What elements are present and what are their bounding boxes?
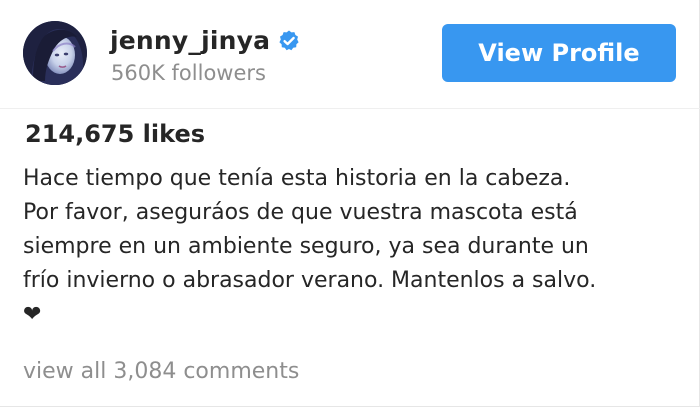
post-caption: Hace tiempo que tenía esta historia en l… [23, 162, 683, 332]
instagram-post-card: jenny_jinya 560K followers View Profile … [0, 0, 700, 407]
like-count[interactable]: 214,675 likes [25, 118, 205, 150]
caption-line: Por favor, aseguráos de que vuestra masc… [23, 200, 578, 225]
follower-count: 560K followers [111, 61, 266, 85]
caption-line: Hace tiempo que tenía esta historia en l… [23, 166, 571, 191]
verified-badge-icon [277, 29, 301, 53]
caption-line: siempre en un ambiente seguro, ya sea du… [23, 234, 589, 259]
heart-emoji: ❤ [23, 302, 42, 327]
header-divider [0, 108, 700, 109]
username[interactable]: jenny_jinya [110, 24, 270, 58]
username-row: jenny_jinya [110, 24, 301, 58]
view-profile-button[interactable]: View Profile [442, 24, 676, 82]
avatar-illustration-icon [23, 21, 87, 85]
profile-avatar[interactable] [23, 21, 87, 85]
caption-line: frío invierno o abrasador verano. Manten… [23, 268, 597, 293]
post-header: jenny_jinya 560K followers View Profile [0, 0, 700, 108]
view-all-comments-link[interactable]: view all 3,084 comments [23, 357, 299, 387]
